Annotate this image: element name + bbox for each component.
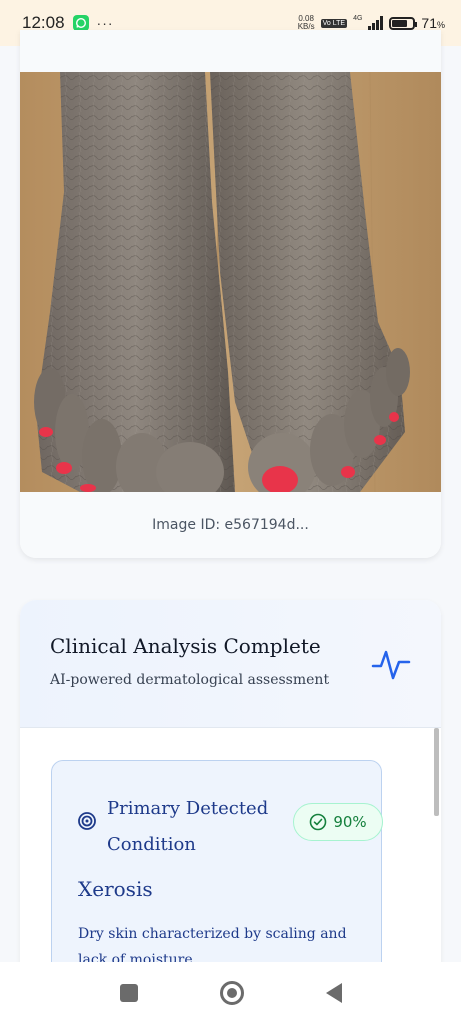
network-speed: 0.08 KB/s	[297, 14, 315, 31]
image-card: Image ID: e567194d...	[20, 30, 441, 558]
back-icon[interactable]	[325, 983, 342, 1003]
recents-icon[interactable]	[119, 984, 138, 1002]
primary-condition-label: Primary Detected Condition	[107, 798, 269, 855]
skin-photo[interactable]	[20, 72, 441, 492]
check-circle-icon	[310, 813, 327, 831]
battery-percent: 71%	[421, 15, 445, 31]
whatsapp-icon	[72, 15, 89, 31]
analysis-header: Clinical Analysis Complete AI-powered de…	[20, 600, 441, 728]
confidence-value: 90%	[333, 813, 367, 831]
network-type: 4G	[353, 15, 363, 22]
confidence-badge: 90%	[293, 803, 383, 841]
target-icon	[78, 812, 96, 830]
image-id: Image ID: e567194d...	[152, 517, 309, 533]
analysis-card: Clinical Analysis Complete AI-powered de…	[20, 600, 441, 980]
scrollbar[interactable]	[434, 728, 439, 816]
image-caption: Image ID: e567194d...	[20, 492, 441, 558]
home-icon[interactable]	[219, 981, 244, 1005]
condition-name: Xerosis	[78, 877, 153, 901]
system-nav-bar	[0, 962, 461, 1024]
more-notifications: ···	[96, 15, 114, 31]
battery-icon	[389, 16, 418, 30]
pulse-icon	[371, 650, 411, 680]
volte-badge: Vo LTE	[320, 18, 348, 28]
primary-condition-box: Primary Detected Condition 90% Xerosis D…	[51, 760, 383, 980]
signal-icon	[368, 16, 384, 30]
image-card-header	[20, 30, 441, 72]
